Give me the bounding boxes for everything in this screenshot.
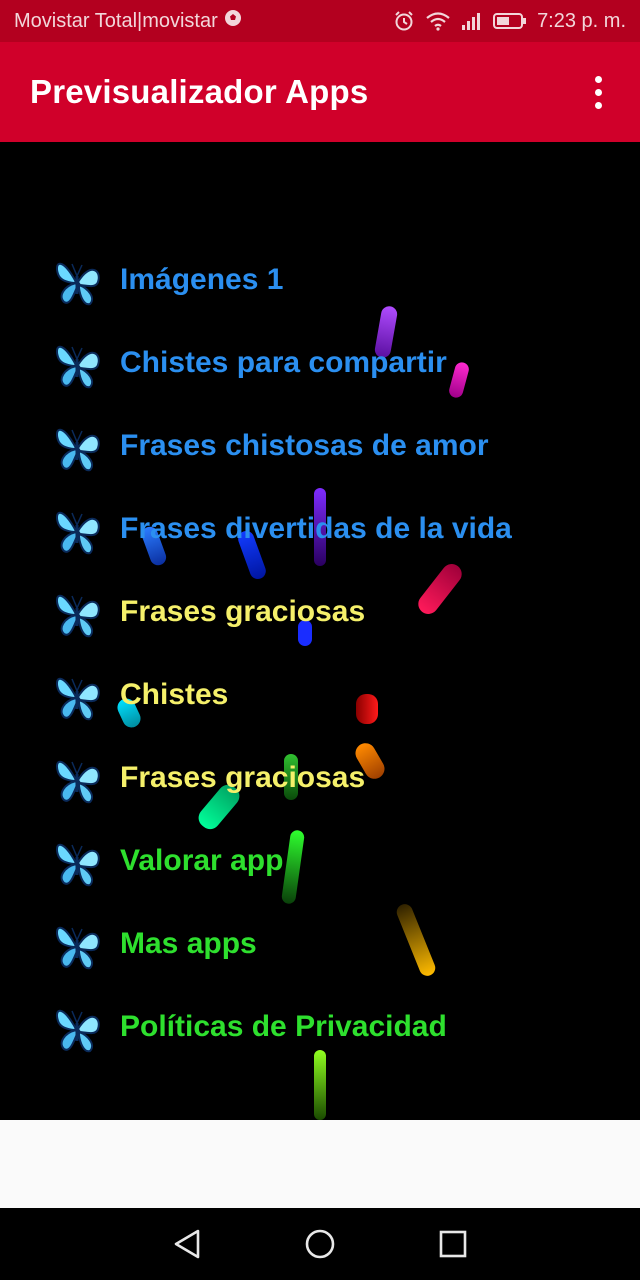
battery-icon bbox=[493, 12, 527, 30]
butterfly-icon bbox=[56, 760, 100, 804]
menu-item-mas-apps[interactable]: Mas apps bbox=[52, 914, 257, 974]
menu-item-label: Frases divertidas de la vida bbox=[120, 512, 512, 545]
home-circle-icon[interactable] bbox=[300, 1224, 340, 1264]
decorative-streak bbox=[394, 901, 438, 979]
back-triangle-icon[interactable] bbox=[167, 1224, 207, 1264]
decorative-streak bbox=[414, 559, 466, 619]
butterfly-icon bbox=[56, 594, 100, 638]
menu-item-label: Mas apps bbox=[120, 927, 257, 960]
wifi-icon bbox=[425, 11, 451, 31]
recents-square-icon[interactable] bbox=[433, 1224, 473, 1264]
menu-item-label: Frases graciosas bbox=[120, 595, 366, 628]
app-bar: Previsualizador Apps bbox=[0, 42, 640, 142]
alarm-icon bbox=[393, 10, 415, 32]
status-bar: Movistar Total|movistar 7:23 p. m. bbox=[0, 0, 640, 42]
main-content: Imágenes 1 Chistes para compartir Frases… bbox=[0, 142, 640, 1120]
menu-item-label: Chistes bbox=[120, 678, 229, 711]
butterfly-icon bbox=[56, 677, 100, 721]
menu-item-label: Imágenes 1 bbox=[120, 263, 284, 296]
butterfly-icon bbox=[56, 428, 100, 472]
soccer-ball-icon bbox=[224, 9, 242, 33]
menu-item-frases-graciosas[interactable]: Frases graciosas bbox=[52, 582, 365, 642]
system-nav-bar bbox=[0, 1208, 640, 1280]
menu-item-label: Frases graciosas bbox=[120, 761, 366, 794]
butterfly-icon bbox=[56, 345, 100, 389]
menu-item-chistes[interactable]: Chistes bbox=[52, 665, 228, 725]
menu-item-label: Políticas de Privacidad bbox=[120, 1010, 447, 1043]
decorative-streak bbox=[280, 829, 306, 905]
carrier-label: Movistar Total|movistar bbox=[14, 9, 218, 32]
butterfly-icon bbox=[56, 511, 100, 555]
menu-item-label: Chistes para compartir bbox=[120, 346, 447, 379]
ad-banner-area bbox=[0, 1120, 640, 1208]
butterfly-icon bbox=[56, 262, 100, 306]
butterfly-icon bbox=[56, 926, 100, 970]
menu-item-frases-vida[interactable]: Frases divertidas de la vida bbox=[52, 499, 512, 559]
menu-item-label: Frases chistosas de amor bbox=[120, 429, 489, 462]
app-title: Previsualizador Apps bbox=[30, 73, 369, 110]
butterfly-icon bbox=[56, 1009, 100, 1053]
menu-item-imagenes[interactable]: Imágenes 1 bbox=[52, 250, 283, 310]
menu-item-frases-amor[interactable]: Frases chistosas de amor bbox=[52, 416, 489, 476]
butterfly-icon bbox=[56, 843, 100, 887]
decorative-streak bbox=[356, 694, 378, 724]
decorative-streak bbox=[447, 360, 471, 400]
more-vert-icon[interactable] bbox=[578, 62, 618, 122]
menu-item-chistes-compartir[interactable]: Chistes para compartir bbox=[52, 333, 447, 393]
clock-time: 7:23 p. m. bbox=[537, 9, 626, 32]
decorative-streak bbox=[314, 1050, 326, 1120]
menu-item-label: Valorar app bbox=[120, 844, 284, 877]
menu-item-valorar-app[interactable]: Valorar app bbox=[52, 831, 283, 891]
signal-icon bbox=[461, 11, 483, 31]
menu-item-frases-graciosas-2[interactable]: Frases graciosas bbox=[52, 748, 365, 808]
menu-item-politicas-privacidad[interactable]: Políticas de Privacidad bbox=[52, 997, 447, 1057]
